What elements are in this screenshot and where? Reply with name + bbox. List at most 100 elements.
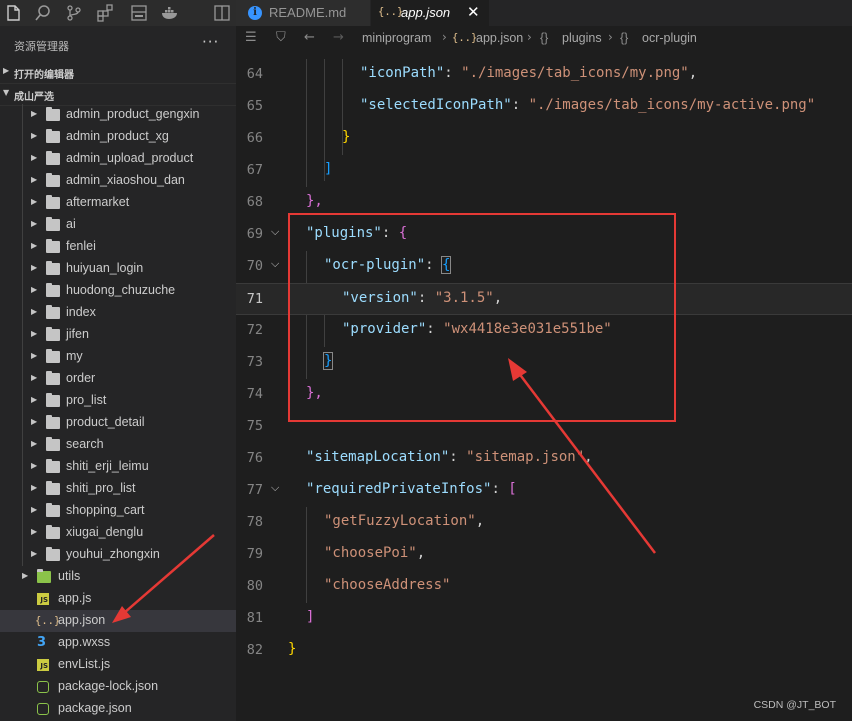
- folder-item[interactable]: ▶ xiugai_denglu: [0, 522, 236, 544]
- folder-item[interactable]: ▶ admin_product_gengxin: [0, 104, 236, 126]
- line-number: 72: [246, 322, 263, 338]
- breadcrumb-file[interactable]: app.json: [476, 31, 523, 45]
- breadcrumb-plugins[interactable]: plugins: [562, 31, 602, 45]
- line-number: 70: [246, 258, 263, 274]
- file-item[interactable]: npm package-lock.json: [0, 676, 236, 698]
- folder-item[interactable]: ▶ shiti_erji_leimu: [0, 456, 236, 478]
- chevron-right-icon: ›: [527, 30, 532, 44]
- folder-item[interactable]: ▶ pro_list: [0, 390, 236, 412]
- breadcrumb-folder[interactable]: miniprogram: [362, 31, 431, 45]
- bookmark-icon[interactable]: ⛉: [276, 30, 286, 45]
- folder-label: product_detail: [66, 415, 145, 429]
- css-file-icon: 3: [37, 635, 47, 650]
- folder-item[interactable]: ▶ admin_xiaoshou_dan: [0, 170, 236, 192]
- object-icon: {}: [620, 31, 629, 45]
- bracket: ]: [324, 161, 333, 177]
- chevron-right-icon: ▶: [31, 549, 38, 558]
- folder-label: pro_list: [66, 393, 107, 407]
- open-editors-section[interactable]: ▶ 打开的编辑器: [0, 62, 236, 84]
- explorer-header: 资源管理器 ···: [0, 26, 236, 62]
- annotation-highlight-box: [288, 213, 676, 422]
- folder-label: admin_product_gengxin: [66, 107, 200, 121]
- line-number: 80: [246, 578, 263, 594]
- folder-label: admin_xiaoshou_dan: [66, 173, 185, 187]
- chevron-right-icon: ▶: [31, 461, 38, 470]
- chevron-right-icon: ▶: [31, 109, 38, 118]
- file-label: app.json: [58, 613, 106, 627]
- file-item[interactable]: npm package.json: [0, 698, 236, 720]
- code-line: 76 "sitemapLocation": "sitemap.json",: [236, 443, 852, 475]
- chevron-right-icon: ▶: [31, 263, 38, 272]
- json-icon: {..}: [35, 615, 61, 627]
- docker-icon[interactable]: [161, 4, 179, 22]
- activity-bar: [0, 0, 236, 26]
- file-item[interactable]: {..} app.json: [0, 610, 236, 632]
- npm-icon: npm: [37, 681, 49, 693]
- folder-item[interactable]: ▶ search: [0, 434, 236, 456]
- folder-icon: [46, 547, 60, 561]
- line-number: 64: [246, 66, 263, 82]
- folder-item[interactable]: ▶ shopping_cart: [0, 500, 236, 522]
- forward-arrow-icon[interactable]: →: [333, 30, 344, 45]
- folder-label: order: [66, 371, 96, 385]
- folder-item-utils[interactable]: ▶ utils: [0, 566, 236, 588]
- chevron-right-icon: ›: [608, 30, 613, 44]
- close-icon[interactable]: ✕: [467, 3, 480, 21]
- search-icon[interactable]: [34, 4, 52, 22]
- folder-icon: [46, 437, 60, 451]
- more-actions-button[interactable]: ···: [202, 33, 219, 51]
- back-arrow-icon[interactable]: ←: [304, 30, 315, 45]
- folder-item[interactable]: ▶ admin_upload_product: [0, 148, 236, 170]
- folder-item[interactable]: ▶ order: [0, 368, 236, 390]
- project-section[interactable]: ▼ 成山严选: [0, 84, 236, 106]
- folder-item[interactable]: ▶ youhui_zhongxin: [0, 544, 236, 566]
- file-item[interactable]: JS envList.js: [0, 654, 236, 676]
- folder-item[interactable]: ▶ ai: [0, 214, 236, 236]
- tab-readme[interactable]: i README.md: [236, 0, 370, 26]
- file-label: package-lock.json: [58, 679, 159, 693]
- panel-icon[interactable]: [130, 4, 148, 22]
- line-number: 79: [246, 546, 263, 562]
- folder-icon: [46, 371, 60, 385]
- json-value: "getFuzzyLocation": [324, 513, 476, 529]
- folder-item[interactable]: ▶ jifen: [0, 324, 236, 346]
- folder-item[interactable]: ▶ shiti_pro_list: [0, 478, 236, 500]
- folder-icon: [46, 525, 60, 539]
- folder-item[interactable]: ▶ huodong_chuzuche: [0, 280, 236, 302]
- folder-item[interactable]: ▶ admin_product_xg: [0, 126, 236, 148]
- file-item[interactable]: JS app.js: [0, 588, 236, 610]
- chevron-right-icon: ▶: [31, 329, 38, 338]
- colon: :: [511, 97, 529, 113]
- line-number: 77: [246, 482, 263, 498]
- folder-item[interactable]: ▶ index: [0, 302, 236, 324]
- json-value: "./images/tab_icons/my-active.png": [528, 97, 816, 113]
- folder-item[interactable]: ▶ huiyuan_login: [0, 258, 236, 280]
- brace: }: [342, 129, 351, 145]
- line-number: 71: [246, 291, 263, 307]
- outline-icon[interactable]: ☰: [245, 30, 257, 45]
- tab-app-json[interactable]: {..} app.json ✕: [371, 0, 489, 26]
- fold-chevron-icon[interactable]: ⌵: [271, 257, 279, 271]
- tab-label: app.json: [401, 5, 451, 20]
- folder-item[interactable]: ▶ my: [0, 346, 236, 368]
- line-number: 65: [246, 98, 263, 114]
- fold-chevron-icon[interactable]: ⌵: [271, 225, 279, 239]
- folder-item[interactable]: ▶ product_detail: [0, 412, 236, 434]
- source-control-icon[interactable]: [65, 4, 83, 22]
- code-line: 64 "iconPath": "./images/tab_icons/my.pn…: [236, 59, 852, 91]
- json-key: "sitemapLocation": [306, 449, 450, 465]
- folder-item[interactable]: ▶ fenlei: [0, 236, 236, 258]
- split-icon[interactable]: [213, 4, 231, 22]
- file-item[interactable]: 3 app.wxss: [0, 632, 236, 654]
- fold-chevron-icon[interactable]: ⌵: [271, 481, 279, 495]
- line-number: 66: [246, 130, 263, 146]
- js-file-icon: JS: [37, 593, 49, 605]
- json-key: "selectedIconPath": [360, 97, 512, 113]
- folder-item[interactable]: ▶ aftermarket: [0, 192, 236, 214]
- files-icon[interactable]: [4, 4, 22, 22]
- comma: ,: [416, 545, 426, 561]
- chevron-right-icon: ▶: [31, 351, 38, 360]
- breadcrumb-ocr-plugin[interactable]: ocr-plugin: [642, 31, 697, 45]
- code-line: 81 ]: [236, 603, 852, 635]
- extensions-icon[interactable]: [96, 4, 114, 22]
